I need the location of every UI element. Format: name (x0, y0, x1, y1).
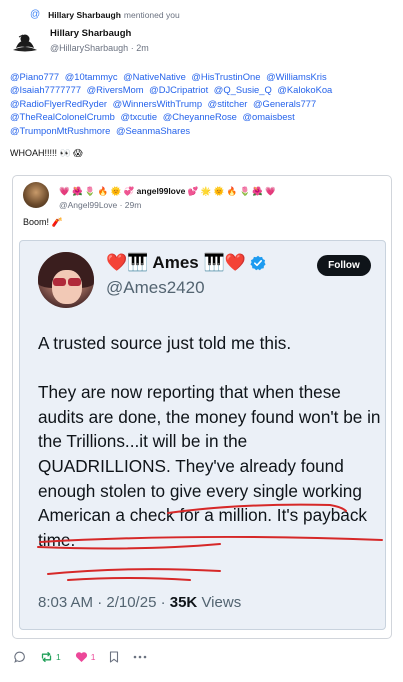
mention-link[interactable]: @omaisbest (242, 111, 294, 122)
action-bar: 1 1 (14, 651, 161, 663)
at-icon: @ (30, 9, 41, 20)
repost-icon (41, 651, 52, 663)
mention-link[interactable]: @KalokoKoa (277, 84, 332, 95)
reply-icon (14, 651, 25, 663)
mention-link[interactable]: @10tammyc (65, 71, 118, 82)
embedded-tweet-image: ❤️🎹 Ames 🎹❤️ @Ames2420 Follow A trusted … (19, 240, 386, 630)
mention-list: @Piano777 @10tammyc @NativeNative @HisTr… (10, 70, 395, 137)
tweet-author-name: ❤️🎹 Ames 🎹❤️ (106, 253, 246, 272)
more-icon (134, 655, 147, 659)
notification-suffix: mentioned you (123, 9, 180, 20)
author-handle[interactable]: @HillarySharbaugh (50, 43, 128, 53)
mention-link[interactable]: @stitcher (208, 98, 248, 109)
tweet-time: 8:03 AM · 2/10/25 · (38, 594, 170, 611)
tweet-views-label: Views (197, 594, 242, 611)
post-time: · 2m (130, 43, 149, 53)
mention-link[interactable]: @Q_Susie_Q (214, 84, 272, 95)
tweet-meta: 8:03 AM · 2/10/25 · 35K Views (38, 594, 241, 611)
mention-link[interactable]: @RadioFlyerRedRyder (10, 98, 107, 109)
quote-author-handle[interactable]: @Angel99Love · 29m (59, 200, 141, 210)
mention-link[interactable]: @Piano777 (10, 71, 59, 82)
quoted-post[interactable]: 💗 🌺 🌷 🔥 🌞 💞 angel99love 💕 🌟 🌞 🔥 🌷 🌺 💗 @A… (12, 175, 392, 639)
mention-link[interactable]: @WilliamsKris (266, 71, 327, 82)
notification-name[interactable]: Hillary Sharbaugh (48, 10, 121, 20)
tweet-paragraph: A trusted source just told me this. (38, 333, 292, 353)
post-text: WHOAH!!!!! 👀 😱 (10, 148, 83, 158)
mention-link[interactable]: @HisTrustinOne (191, 71, 260, 82)
mention-link[interactable]: @Generals777 (253, 98, 316, 109)
mention-link[interactable]: @txcutie (120, 111, 157, 122)
quote-author-name[interactable]: 💗 🌺 🌷 🔥 🌞 💞 angel99love 💕 🌟 🌞 🔥 🌷 🌺 💗 (59, 186, 276, 197)
quote-text: Boom! 🧨 (23, 217, 63, 227)
mention-link[interactable]: @TrumponMtRushmore (10, 125, 110, 136)
mention-link[interactable]: @CheyanneRose (163, 111, 237, 122)
heart-icon (75, 652, 87, 662)
avatar[interactable] (10, 28, 40, 58)
quote-avatar[interactable] (23, 182, 49, 208)
mention-link[interactable]: @Isaiah7777777 (10, 84, 81, 95)
mention-link[interactable]: @RiversMom (87, 84, 144, 95)
bookmark-button[interactable] (109, 651, 119, 663)
repost-button[interactable]: 1 (40, 651, 61, 663)
mention-link[interactable]: @NativeNative (123, 71, 186, 82)
verified-badge-icon (250, 255, 266, 271)
tweet-paragraph: They are now reporting that when these a… (38, 382, 381, 550)
post-author[interactable]: Hillary Sharbaugh @HillarySharbaugh · 2m (10, 28, 149, 58)
mention-link[interactable]: @SeanmaShares (116, 125, 190, 136)
mention-link[interactable]: @TheRealColonelCrumb (10, 111, 115, 122)
repost-count: 1 (56, 652, 61, 662)
reply-button[interactable] (14, 651, 26, 663)
bookmark-icon (110, 651, 119, 663)
like-count: 1 (90, 652, 96, 662)
follow-button: Follow (317, 255, 371, 276)
tweet-body: A trusted source just told me this. They… (38, 331, 383, 577)
tweet-author-handle: @Ames2420 (106, 278, 205, 297)
mention-link[interactable]: @WinnersWithTrump (113, 98, 202, 109)
tweet-views-count: 35K (169, 594, 198, 611)
like-button[interactable]: 1 (75, 651, 96, 663)
more-button[interactable] (133, 655, 147, 659)
mention-link[interactable]: @DJCripatriot (149, 84, 208, 95)
tweet-avatar (38, 252, 94, 308)
mention-notification[interactable]: @ Hillary Sharbaugh mentioned you (30, 9, 180, 20)
author-name[interactable]: Hillary Sharbaugh (50, 28, 149, 39)
